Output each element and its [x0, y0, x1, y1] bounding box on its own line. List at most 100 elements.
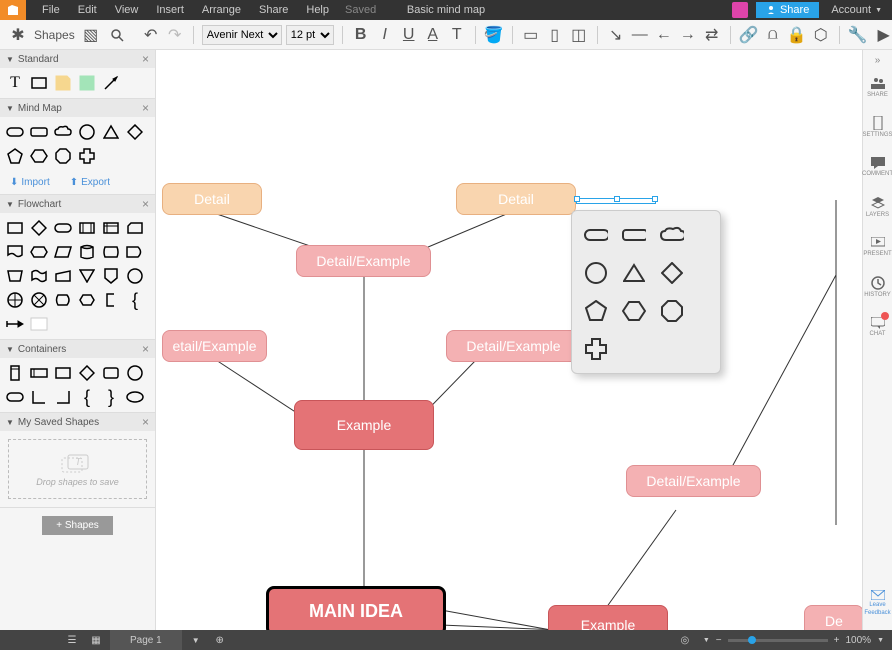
align-center-icon[interactable]: ▯	[545, 25, 565, 45]
popup-shape-circle[interactable]	[584, 261, 608, 285]
menu-help[interactable]: Help	[298, 4, 337, 16]
text-color-icon[interactable]: A̲	[423, 25, 443, 45]
saved-shapes-dropzone[interactable]: T Drop shapes to save	[8, 439, 147, 499]
sidebar-feedback[interactable]: LeaveFeedback	[863, 584, 892, 622]
popup-shape-triangle[interactable]	[622, 261, 646, 285]
shape-mm-pill[interactable]	[6, 123, 24, 141]
section-mindmap[interactable]: ▼Mind Map×	[0, 99, 155, 117]
shape-fc-note[interactable]	[102, 291, 120, 309]
shape-fc-card[interactable]	[126, 219, 144, 237]
target-icon[interactable]: ◎	[673, 635, 697, 646]
menu-view[interactable]: View	[107, 4, 147, 16]
shape-ct-rrect[interactable]	[102, 364, 120, 382]
shape-fc-terminator[interactable]	[54, 219, 72, 237]
sidebar-settings[interactable]: SETTINGS	[863, 108, 892, 146]
arrow-right-icon[interactable]: →	[678, 25, 698, 45]
cube-icon[interactable]: ⬡	[811, 25, 831, 45]
shape-mm-circle[interactable]	[78, 123, 96, 141]
shape-fc-input[interactable]	[54, 267, 72, 285]
font-select[interactable]: Avenir Next	[202, 25, 282, 45]
search-icon[interactable]	[107, 25, 127, 45]
shape-fc-transfer[interactable]	[6, 315, 24, 333]
page-menu-icon[interactable]: ▼	[184, 636, 208, 645]
menu-share[interactable]: Share	[251, 4, 296, 16]
shape-mm-pentagon[interactable]	[6, 147, 24, 165]
list-view-icon[interactable]: ☰	[60, 635, 84, 646]
popup-shape-rrect[interactable]	[622, 223, 646, 247]
shape-fc-tape[interactable]	[30, 267, 48, 285]
shape-ct-rect[interactable]	[54, 364, 72, 382]
shape-ct-hswim[interactable]	[30, 364, 48, 382]
menu-file[interactable]: File	[34, 4, 68, 16]
section-standard[interactable]: ▼Standard×	[0, 50, 155, 68]
shape-ct-circle[interactable]	[126, 364, 144, 382]
account-menu[interactable]: Account ▼	[821, 4, 892, 16]
popup-shape-octagon[interactable]	[660, 299, 684, 323]
shape-mm-diamond[interactable]	[126, 123, 144, 141]
node-detail-example-4[interactable]: Detail/Example	[626, 465, 761, 497]
node-detail-1[interactable]: Detail	[162, 183, 262, 215]
line-tool-icon[interactable]: ↘	[606, 25, 626, 45]
popup-shape-cross[interactable]	[584, 337, 608, 361]
section-saved[interactable]: ▼My Saved Shapes×	[0, 413, 155, 431]
popup-shape-pentagon[interactable]	[584, 299, 608, 323]
shape-fc-hex[interactable]	[30, 243, 48, 261]
image-icon[interactable]: ▧	[81, 25, 101, 45]
gear-icon[interactable]: ✱	[8, 25, 28, 45]
shape-fc-sum[interactable]	[30, 291, 48, 309]
shape-fc-manual[interactable]	[6, 267, 24, 285]
node-detail-example-5[interactable]: De	[804, 605, 862, 630]
sidebar-chat[interactable]: CHAT	[863, 308, 892, 346]
sidebar-layers[interactable]: LAYERS	[863, 188, 892, 226]
shape-fc-display[interactable]	[54, 291, 72, 309]
shape-ct-vswim[interactable]	[6, 364, 24, 382]
node-main-idea[interactable]: MAIN IDEA	[266, 586, 446, 630]
shape-ct-pill[interactable]	[6, 388, 24, 406]
popup-shape-hexagon[interactable]	[622, 299, 646, 323]
shape-ct-brace[interactable]: {	[78, 388, 96, 406]
redo-icon[interactable]: ↷	[165, 25, 185, 45]
arrow-left-icon[interactable]: ←	[654, 25, 674, 45]
italic-button[interactable]: I	[375, 25, 395, 45]
shape-fc-diamond[interactable]	[30, 219, 48, 237]
user-avatar[interactable]	[732, 2, 748, 18]
popup-shape-cloud[interactable]	[660, 223, 684, 247]
sidebar-present[interactable]: PRESENT	[863, 228, 892, 266]
shape-mm-octagon[interactable]	[54, 147, 72, 165]
page-tab[interactable]: Page 1	[110, 630, 182, 650]
zoom-level[interactable]: 100%	[845, 635, 871, 646]
canvas[interactable]: Detail Detail Detail/Example etail/Examp…	[156, 50, 862, 630]
sidebar-comment[interactable]: COMMENT	[863, 148, 892, 186]
share-button[interactable]: Share	[756, 2, 819, 18]
shape-fc-delay[interactable]	[126, 243, 144, 261]
section-flowchart[interactable]: ▼Flowchart×	[0, 195, 155, 213]
node-example-2[interactable]: Example	[548, 605, 668, 630]
underline-button[interactable]: U	[399, 25, 419, 45]
shape-ct-brace2[interactable]: }	[102, 388, 120, 406]
shape-ct-bl[interactable]	[30, 388, 48, 406]
shape-fc-para[interactable]	[54, 243, 72, 261]
shape-mm-cross[interactable]	[78, 147, 96, 165]
shape-fc-db[interactable]	[78, 243, 96, 261]
shape-fc-or[interactable]	[6, 291, 24, 309]
menu-edit[interactable]: Edit	[70, 4, 105, 16]
zoom-slider[interactable]	[728, 639, 828, 642]
undo-icon[interactable]: ↶	[141, 25, 161, 45]
add-shapes-button[interactable]: + Shapes	[42, 516, 113, 535]
section-containers[interactable]: ▼Containers×	[0, 340, 155, 358]
wrench-icon[interactable]: 🔧	[848, 25, 868, 45]
shape-ct-br[interactable]	[54, 388, 72, 406]
shape-mm-triangle[interactable]	[102, 123, 120, 141]
shape-mm-rrect[interactable]	[30, 123, 48, 141]
shape-fc-swatch[interactable]	[30, 315, 48, 333]
present-icon[interactable]: ▶	[874, 25, 892, 45]
shape-fc-circle[interactable]	[126, 267, 144, 285]
node-detail-example-1[interactable]: Detail/Example	[296, 245, 431, 277]
bold-button[interactable]: B	[351, 25, 371, 45]
popup-shape-diamond[interactable]	[660, 261, 684, 285]
grid-view-icon[interactable]: ▦	[84, 635, 108, 646]
shape-fc-storage[interactable]	[102, 243, 120, 261]
node-detail-example-3[interactable]: Detail/Example	[446, 330, 581, 362]
app-logo[interactable]	[0, 0, 26, 20]
node-detail-2[interactable]: Detail	[456, 183, 576, 215]
